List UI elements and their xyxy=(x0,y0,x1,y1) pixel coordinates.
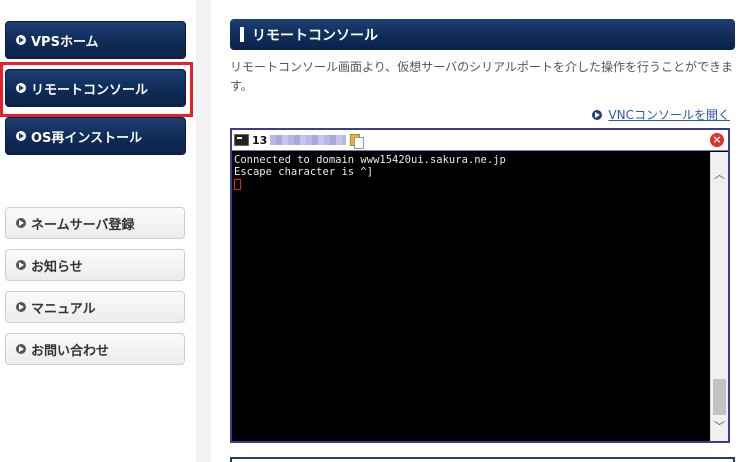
nav-contact-label: お問い合わせ xyxy=(31,343,110,359)
copy-icon[interactable] xyxy=(350,133,365,149)
nav-manual-label: マニュアル xyxy=(31,301,96,317)
main-content: リモートコンソール リモートコンソール画面より、仮想サーバのシリアルポートを介し… xyxy=(211,0,746,462)
arrow-circle-icon xyxy=(16,302,26,312)
arrow-circle-icon xyxy=(16,344,26,354)
console-title-text: 13 xyxy=(252,133,268,147)
arrow-circle-icon xyxy=(16,131,26,141)
console-title-redacted xyxy=(270,135,347,145)
terminal-cursor xyxy=(234,179,241,190)
scroll-down-icon[interactable]: ﹀ xyxy=(711,418,728,435)
serial-console-window[interactable]: 13 × Connected to domain www15420ui.saku… xyxy=(230,128,730,443)
nav-news-label: お知らせ xyxy=(31,259,83,275)
page-title-text: リモートコンソール xyxy=(252,27,378,44)
nav-vps-home-label: VPSホーム xyxy=(31,34,99,50)
nav-nameserver-label: ネームサーバ登録 xyxy=(31,217,135,233)
arrow-circle-icon xyxy=(16,83,26,93)
nav-nameserver-button[interactable]: ネームサーバ登録 xyxy=(5,207,185,239)
terminal-line: Connected to domain www15420ui.sakura.ne… xyxy=(234,154,506,166)
terminal-output[interactable]: Connected to domain www15420ui.sakura.ne… xyxy=(232,152,710,441)
close-icon[interactable]: × xyxy=(710,133,724,147)
page-title: リモートコンソール xyxy=(230,19,735,50)
next-section-frame xyxy=(230,457,735,462)
arrow-circle-icon xyxy=(16,35,26,45)
terminal-line: Escape character is ^] xyxy=(234,166,374,178)
nav-vps-home-button[interactable]: VPSホーム xyxy=(5,21,186,59)
nav-news-button[interactable]: お知らせ xyxy=(5,249,185,281)
nav-remote-console-label: リモートコンソール xyxy=(31,82,149,98)
sidebar: VPSホーム リモートコンソール OS再インストール ネームサーバ登録 お知らせ… xyxy=(0,0,196,462)
arrow-circle-icon xyxy=(16,260,26,270)
nav-contact-button[interactable]: お問い合わせ xyxy=(5,333,185,365)
nav-os-reinstall-button[interactable]: OS再インストール xyxy=(5,117,186,155)
arrow-circle-icon xyxy=(16,218,26,228)
console-titlebar: 13 × xyxy=(232,130,728,151)
scroll-up-icon[interactable]: ︿ xyxy=(711,166,728,183)
terminal-icon xyxy=(234,134,249,146)
terminal-scrollbar[interactable]: ︿ ﹀ xyxy=(710,152,728,441)
vnc-console-link[interactable]: VNCコンソールを開く xyxy=(592,106,730,123)
scroll-thumb[interactable] xyxy=(713,379,726,415)
nav-manual-button[interactable]: マニュアル xyxy=(5,291,185,323)
nav-os-reinstall-label: OS再インストール xyxy=(31,130,143,146)
nav-remote-console-button[interactable]: リモートコンソール xyxy=(5,69,186,107)
page-description: リモートコンソール画面より、仮想サーバのシリアルポートを介した操作を行うことがで… xyxy=(230,60,734,93)
title-bar-marker xyxy=(240,27,244,42)
arrow-circle-icon xyxy=(592,109,603,120)
vnc-console-link-label: VNCコンソールを開く xyxy=(608,108,730,122)
